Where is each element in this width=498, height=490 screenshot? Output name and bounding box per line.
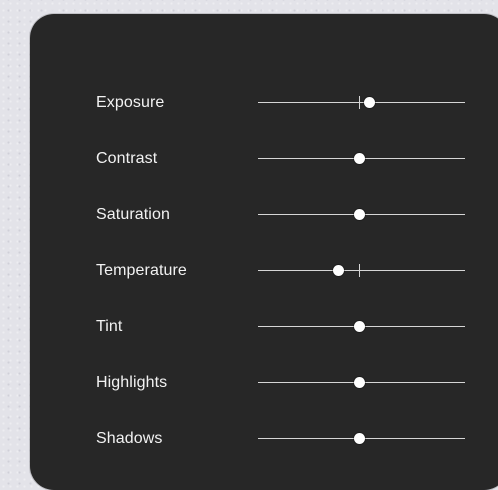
slider-thumb[interactable] [353,433,365,444]
shadows-slider[interactable] [258,427,465,451]
slider-thumb[interactable] [333,265,345,276]
slider-label: Temperature [96,262,187,279]
contrast-slider[interactable] [258,147,465,171]
slider-label: Exposure [96,94,165,111]
slider-thumb[interactable] [353,209,365,220]
slider-row-exposure: Exposure [30,91,498,115]
slider-label: Highlights [96,374,168,391]
exposure-slider[interactable] [258,91,465,115]
slider-track [258,270,465,271]
slider-row-temperature: Temperature [30,259,498,283]
slider-label: Shadows [96,430,163,447]
slider-thumb[interactable] [353,321,365,332]
slider-default-tick [358,264,360,277]
slider-label: Saturation [96,206,170,223]
saturation-slider[interactable] [258,203,465,227]
slider-row-saturation: Saturation [30,203,498,227]
slider-thumb[interactable] [353,377,365,388]
slider-row-shadows: Shadows [30,427,498,451]
slider-track [258,102,465,103]
slider-default-tick [358,96,360,109]
slider-label: Contrast [96,150,158,167]
highlights-slider[interactable] [258,371,465,395]
slider-thumb[interactable] [364,97,376,108]
slider-row-highlights: Highlights [30,371,498,395]
adjustments-panel: Exposure Contrast Saturation Temperature [30,14,498,490]
slider-label: Tint [96,318,123,335]
slider-row-contrast: Contrast [30,147,498,171]
tint-slider[interactable] [258,315,465,339]
temperature-slider[interactable] [258,259,465,283]
slider-row-tint: Tint [30,315,498,339]
slider-thumb[interactable] [353,153,365,164]
